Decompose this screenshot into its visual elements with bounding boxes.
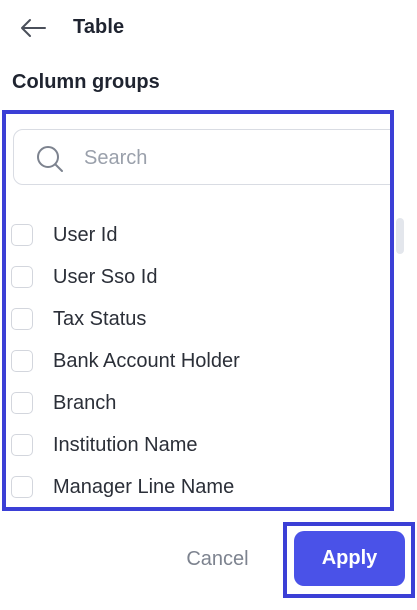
checkbox[interactable] <box>11 350 33 372</box>
list-item-tax-status[interactable]: Tax Status <box>6 298 390 340</box>
list-item-bank-account-holder[interactable]: Bank Account Holder <box>6 340 390 382</box>
header: Table <box>0 0 417 56</box>
list-item-label: User Sso Id <box>53 265 158 288</box>
cancel-button[interactable]: Cancel <box>170 538 265 580</box>
list-item-label: User Id <box>53 223 118 246</box>
arrow-left-icon <box>21 19 46 37</box>
list-item-label: Manager Line Name <box>53 475 235 498</box>
page-title: Table <box>73 16 125 38</box>
search-icon <box>37 146 63 172</box>
section-title: Column groups <box>12 71 160 93</box>
list-item-user-id[interactable]: User Id <box>6 214 390 256</box>
checkbox[interactable] <box>11 308 33 330</box>
checkbox[interactable] <box>11 392 33 414</box>
search-input[interactable] <box>82 142 386 174</box>
column-groups-page: Table Column groups User Id User Sso Id … <box>0 0 417 610</box>
list-item-label: Bank Account Holder <box>53 349 240 372</box>
list-item-label: Tax Status <box>53 307 147 330</box>
list-item-branch[interactable]: Branch <box>6 382 390 424</box>
list-item-label: Branch <box>53 391 117 414</box>
checkbox[interactable] <box>11 224 33 246</box>
list-item-label: Institution Name <box>53 433 198 456</box>
back-button[interactable] <box>18 14 48 42</box>
apply-button[interactable]: Apply <box>294 531 405 586</box>
list-item-institution-name[interactable]: Institution Name <box>6 424 390 466</box>
list-item-user-sso-id[interactable]: User Sso Id <box>6 256 390 298</box>
column-groups-panel: User Id User Sso Id Tax Status Bank Acco… <box>2 110 394 511</box>
checkbox[interactable] <box>11 434 33 456</box>
checkbox[interactable] <box>11 476 33 498</box>
checkbox[interactable] <box>11 266 33 288</box>
search-box[interactable] <box>13 129 390 185</box>
scrollbar-thumb[interactable] <box>396 218 404 254</box>
list-item-manager-line-name[interactable]: Manager Line Name <box>6 466 390 507</box>
